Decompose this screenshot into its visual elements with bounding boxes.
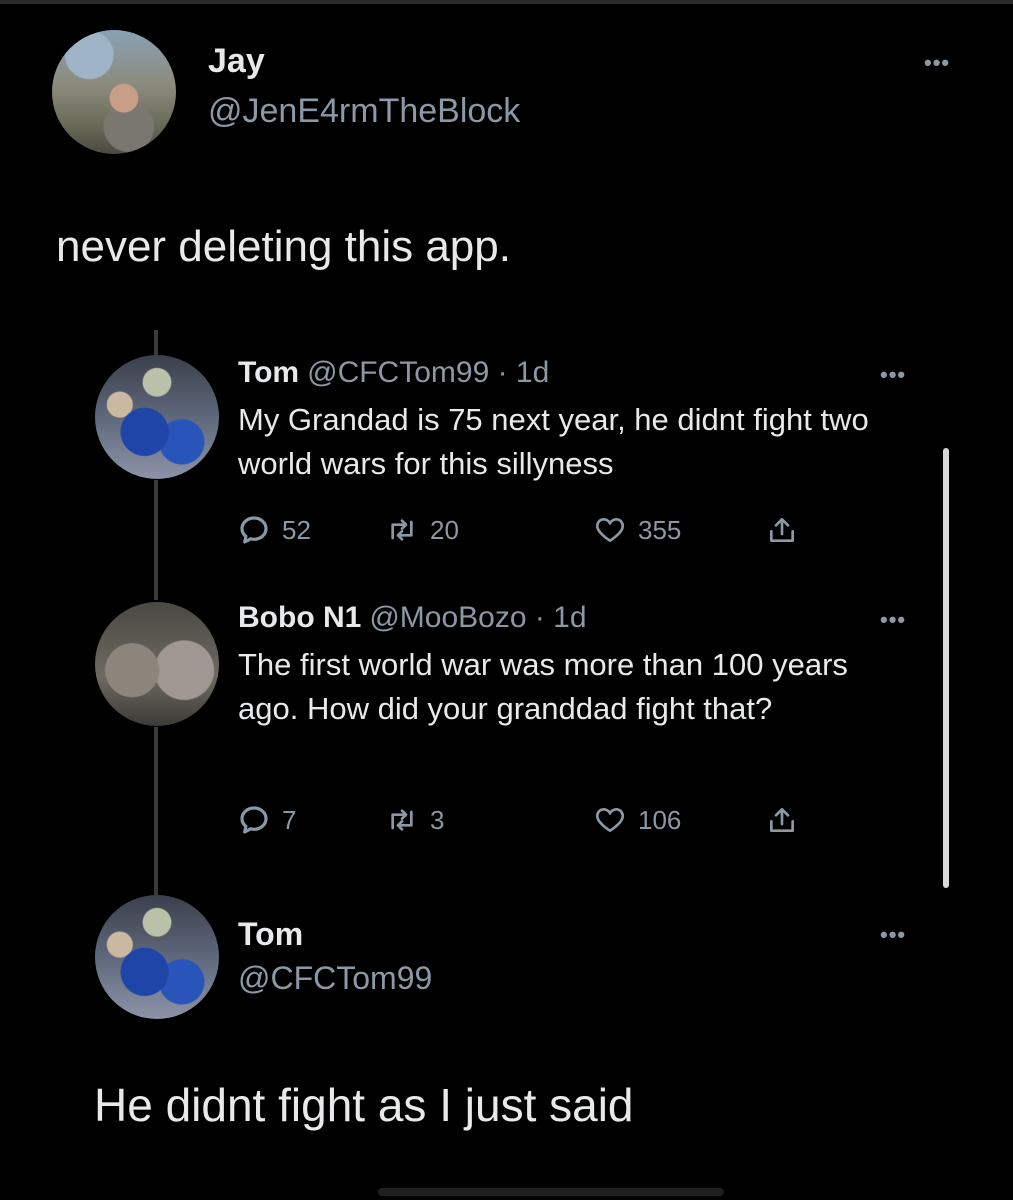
tweet-text: The first world war was more than 100 ye… [238, 647, 848, 726]
top-divider [0, 0, 1013, 4]
retweet-count: 3 [430, 804, 445, 835]
retweet-icon [391, 519, 413, 541]
heart-icon [596, 807, 624, 833]
more-icon[interactable]: ••• [880, 922, 906, 948]
author-name[interactable]: Jay [208, 42, 265, 81]
reply-button[interactable]: 7 [238, 800, 296, 840]
like-count: 355 [638, 514, 682, 545]
retweet-icon [391, 809, 413, 831]
tweet-header: Tom @CFCTom99 · 1d [238, 356, 549, 390]
author-name[interactable]: Tom [238, 356, 299, 389]
like-button[interactable]: 355 [594, 510, 681, 550]
avatar-tom[interactable] [95, 895, 219, 1019]
author-name[interactable]: Bobo N1 [238, 601, 361, 634]
like-count: 106 [638, 804, 682, 835]
like-button[interactable]: 106 [594, 800, 681, 840]
reply-count: 52 [282, 514, 311, 545]
reply-tweet-text: He didnt fight as I just said [94, 1079, 634, 1131]
avatar-bobo[interactable] [95, 602, 219, 726]
share-button[interactable] [766, 510, 810, 550]
thread-line [154, 330, 158, 356]
share-icon [770, 808, 794, 832]
handle-time[interactable]: @MooBozo · 1d [369, 601, 586, 634]
avatar-jay[interactable] [52, 30, 176, 154]
tweet-text: My Grandad is 75 next year, he didnt fig… [238, 402, 869, 481]
share-icon [770, 518, 794, 542]
reply-icon [240, 806, 268, 834]
scrollbar[interactable] [943, 448, 949, 888]
more-icon[interactable]: ••• [880, 607, 906, 633]
more-icon[interactable]: ••• [880, 362, 906, 388]
thread-line [154, 480, 158, 600]
reply-count: 7 [282, 804, 297, 835]
handle-time[interactable]: @CFCTom99 · 1d [307, 356, 549, 389]
author-handle[interactable]: @JenE4rmTheBlock [208, 92, 520, 131]
reply-button[interactable]: 52 [238, 510, 311, 550]
share-button[interactable] [766, 800, 810, 840]
heart-icon [596, 517, 624, 543]
bottom-bar [378, 1188, 724, 1196]
thread-line [154, 727, 158, 895]
author-name[interactable]: Tom [238, 916, 303, 953]
tweet-text: never deleting this app. [56, 222, 511, 271]
retweet-button[interactable]: 20 [386, 510, 459, 550]
more-icon[interactable]: ••• [924, 50, 950, 76]
retweet-button[interactable]: 3 [386, 800, 444, 840]
avatar-tom[interactable] [95, 355, 219, 479]
author-handle[interactable]: @CFCTom99 [238, 960, 432, 997]
retweet-count: 20 [430, 514, 459, 545]
reply-icon [240, 516, 268, 544]
tweet-header: Bobo N1 @MooBozo · 1d [238, 601, 587, 635]
